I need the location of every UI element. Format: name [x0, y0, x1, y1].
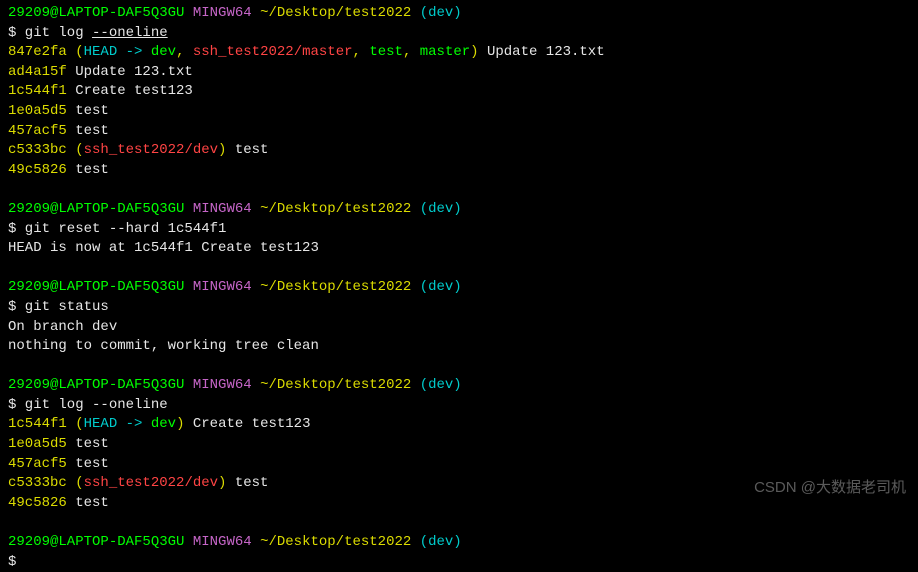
command-line: $ git log --oneline	[8, 24, 910, 44]
log-entry: 49c5826 test	[8, 161, 910, 181]
prompt-line: 29209@LAPTOP-DAF5Q3GU MINGW64 ~/Desktop/…	[8, 4, 910, 24]
blank-line	[8, 357, 910, 377]
output-line: nothing to commit, working tree clean	[8, 337, 910, 357]
prompt-line: 29209@LAPTOP-DAF5Q3GU MINGW64 ~/Desktop/…	[8, 376, 910, 396]
blank-line	[8, 180, 910, 200]
log-entry: 847e2fa (HEAD -> dev, ssh_test2022/maste…	[8, 43, 910, 63]
log-entry: 1c544f1 Create test123	[8, 82, 910, 102]
log-entry: 457acf5 test	[8, 455, 910, 475]
prompt-line: 29209@LAPTOP-DAF5Q3GU MINGW64 ~/Desktop/…	[8, 278, 910, 298]
log-entry: 1c544f1 (HEAD -> dev) Create test123	[8, 415, 910, 435]
prompt-line: 29209@LAPTOP-DAF5Q3GU MINGW64 ~/Desktop/…	[8, 200, 910, 220]
blank-line	[8, 513, 910, 533]
command-line[interactable]: $	[8, 553, 910, 572]
output-line: HEAD is now at 1c544f1 Create test123	[8, 239, 910, 259]
command-line: $ git reset --hard 1c544f1	[8, 220, 910, 240]
log-entry: 457acf5 test	[8, 122, 910, 142]
watermark: CSDN @大数据老司机	[754, 477, 906, 498]
log-entry: ad4a15f Update 123.txt	[8, 63, 910, 83]
log-entry: 1e0a5d5 test	[8, 102, 910, 122]
log-entry: 1e0a5d5 test	[8, 435, 910, 455]
log-entry: c5333bc (ssh_test2022/dev) test	[8, 141, 910, 161]
blank-line	[8, 259, 910, 279]
output-line: On branch dev	[8, 318, 910, 338]
prompt-line: 29209@LAPTOP-DAF5Q3GU MINGW64 ~/Desktop/…	[8, 533, 910, 553]
command-line: $ git status	[8, 298, 910, 318]
command-line: $ git log --oneline	[8, 396, 910, 416]
